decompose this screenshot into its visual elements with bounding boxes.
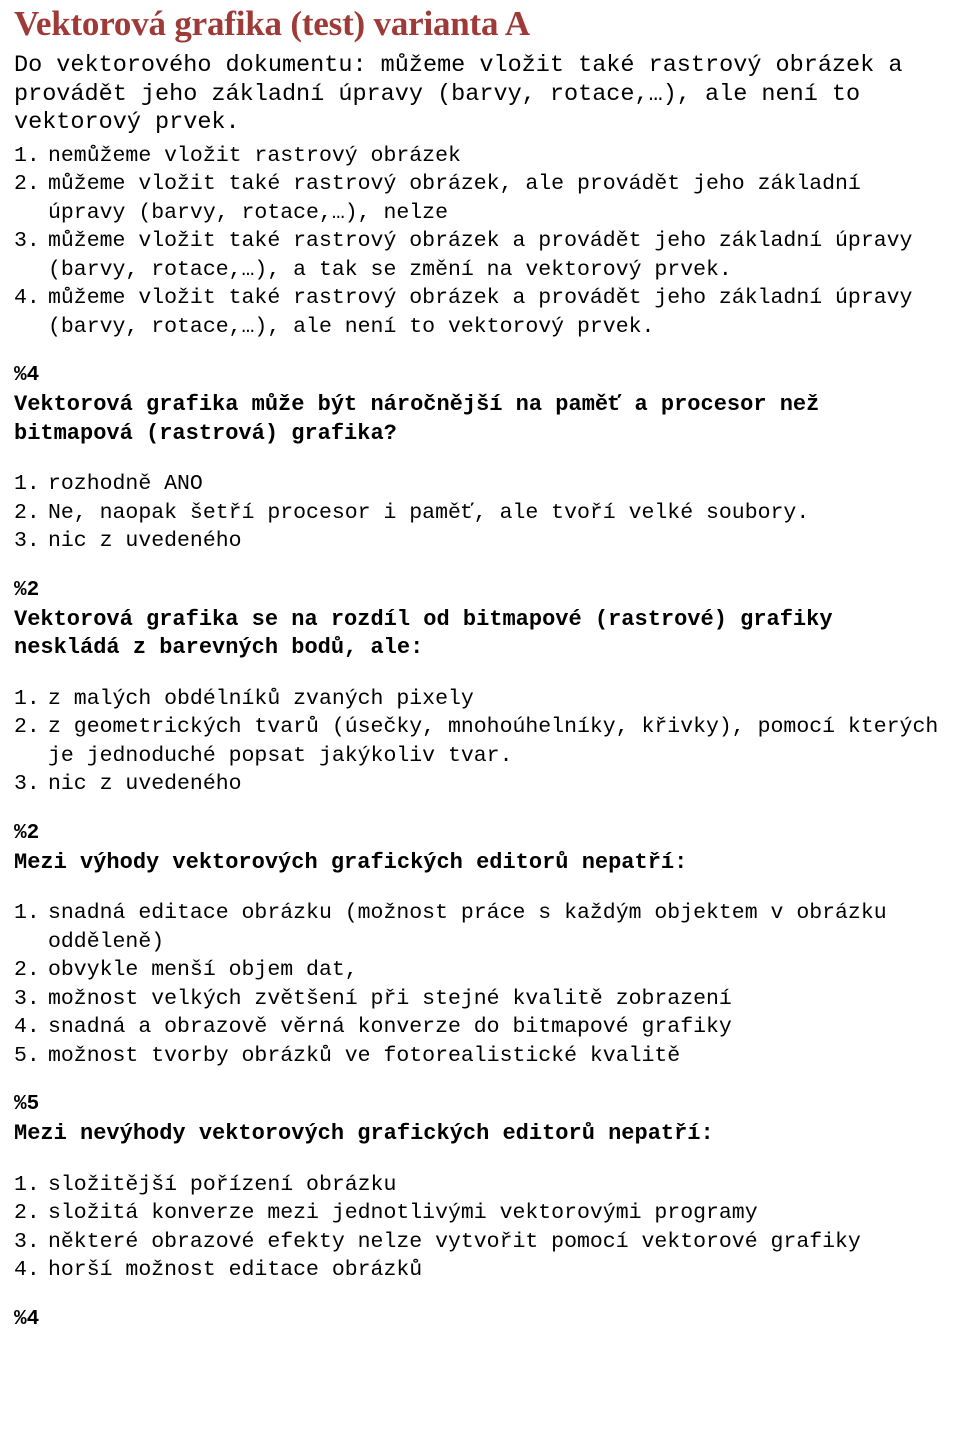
answer-label: nemůžeme vložit rastrový obrázek: [48, 143, 461, 168]
question-blocks: 1. nemůžeme vložit rastrový obrázek 2. může…: [14, 142, 950, 1285]
answer-option[interactable]: 3. můžeme vložit také rastrový obrázek a …: [14, 227, 950, 284]
intro-paragraph: Do vektorového dokumentu: můžeme vložit …: [14, 52, 917, 137]
answer-option[interactable]: 4. snadná a obrazově věrná konverze do bi…: [14, 1013, 950, 1042]
answer-label: rozhodně ANO: [48, 472, 203, 497]
answer-label: Ne, naopak šetří procesor i paměť, ale t…: [48, 500, 810, 525]
answer-number: 5.: [14, 1043, 40, 1068]
answer-number: 2.: [14, 1201, 40, 1226]
answer-option[interactable]: 3. nic z uvedeného: [14, 527, 950, 556]
answer-option[interactable]: 5. možnost tvorby obrázků ve fotorealisti…: [14, 1042, 950, 1071]
answer-number: 1.: [14, 472, 40, 497]
answer-label: obvykle menší objem dat,: [48, 958, 358, 983]
answer-list: 1. nemůžeme vložit rastrový obrázek 2. může…: [14, 142, 950, 342]
question-text: Vektorová grafika může být náročnější na…: [14, 392, 833, 446]
answer-number: 3.: [14, 1229, 40, 1254]
answer-number: 3.: [14, 529, 40, 554]
answer-label: některé obrazové efekty nelze vytvořit p…: [48, 1229, 861, 1254]
answer-option[interactable]: 1. z malých obdélníků zvaných pixely: [14, 685, 950, 714]
answer-option[interactable]: 4. můžeme vložit také rastrový obrázek a …: [14, 284, 950, 341]
answer-list: 1. složitější pořízení obrázku 2. složitá k…: [14, 1171, 950, 1285]
answer-list: 1. snadná editace obrázku (možnost práce …: [14, 899, 950, 1070]
answer-number: 4.: [14, 1015, 40, 1040]
question-block: %4 Vektorová grafika může být náročnější …: [14, 363, 950, 556]
answer-number: 3.: [14, 986, 40, 1011]
trailing-marker: %4: [14, 1307, 40, 1331]
answer-number: 2.: [14, 172, 40, 197]
answer-option[interactable]: 4. horší možnost editace obrázků: [14, 1256, 950, 1285]
answer-label: z malých obdélníků zvaných pixely: [48, 686, 474, 711]
answer-label: nic z uvedeného: [48, 529, 242, 554]
answer-label: můžeme vložit také rastrový obrázek, ale…: [48, 172, 874, 225]
page-title: Vektorová grafika (test) varianta A: [14, 4, 531, 43]
answer-number: 1.: [14, 901, 40, 926]
answer-option[interactable]: 3. možnost velkých zvětšení při stejné kv…: [14, 985, 950, 1014]
block-marker: %2: [14, 821, 40, 845]
answer-label: horší možnost editace obrázků: [48, 1258, 423, 1283]
answer-label: možnost tvorby obrázků ve fotorealistick…: [48, 1043, 681, 1068]
answer-label: složitá konverze mezi jednotlivými vekto…: [48, 1201, 758, 1226]
answer-number: 4.: [14, 1258, 40, 1283]
answer-option[interactable]: 1. snadná editace obrázku (možnost práce …: [14, 899, 950, 956]
question-text: Mezi výhody vektorových grafických edito…: [14, 849, 688, 875]
answer-number: 2.: [14, 958, 40, 983]
answer-number: 1.: [14, 1172, 40, 1197]
block-marker: %5: [14, 1093, 40, 1117]
answer-option[interactable]: 2. můžeme vložit také rastrový obrázek, a…: [14, 170, 950, 227]
answer-number: 2.: [14, 500, 40, 525]
answer-label: nic z uvedeného: [48, 772, 242, 797]
answer-option[interactable]: 2. Ne, naopak šetří procesor i paměť, ale…: [14, 499, 950, 528]
answer-label: můžeme vložit také rastrový obrázek a pr…: [48, 286, 926, 339]
answer-number: 3.: [14, 772, 40, 797]
answer-number: 4.: [14, 286, 40, 311]
answer-option[interactable]: 1. nemůžeme vložit rastrový obrázek: [14, 142, 950, 171]
answer-label: snadná editace obrázku (možnost práce s …: [48, 901, 900, 954]
answer-label: z geometrických tvarů (úsečky, mnohoúhel…: [48, 715, 952, 768]
block-marker: %2: [14, 578, 40, 602]
answer-option[interactable]: 2. složitá konverze mezi jednotlivými vek…: [14, 1199, 950, 1228]
answer-number: 2.: [14, 715, 40, 740]
question-text: Vektorová grafika se na rozdíl od bitmap…: [14, 606, 846, 661]
answer-label: snadná a obrazově věrná konverze do bitm…: [48, 1015, 732, 1040]
answer-number: 3.: [14, 229, 40, 254]
block-marker: %4: [14, 364, 40, 388]
answer-option[interactable]: 3. nic z uvedeného: [14, 770, 950, 799]
answer-option[interactable]: 2. z geometrických tvarů (úsečky, mnohoúh…: [14, 713, 950, 770]
document-page: Vektorová grafika (test) varianta A Do v…: [0, 0, 960, 1343]
question-block: %5 Mezi nevýhody vektorových grafických e…: [14, 1092, 950, 1285]
answer-option[interactable]: 1. složitější pořízení obrázku: [14, 1171, 950, 1200]
answer-label: možnost velkých zvětšení při stejné kval…: [48, 986, 732, 1011]
answer-option[interactable]: 2. obvykle menší objem dat,: [14, 956, 950, 985]
answer-number: 1.: [14, 143, 40, 168]
answer-label: složitější pořízení obrázku: [48, 1172, 397, 1197]
question-block: %2 Vektorová grafika se na rozdíl od bitm…: [14, 578, 950, 799]
answer-option[interactable]: 3. některé obrazové efekty nelze vytvořit…: [14, 1228, 950, 1257]
answer-list: 1. rozhodně ANO 2. Ne, naopak šetří proceso…: [14, 470, 950, 556]
question-block: 1. nemůžeme vložit rastrový obrázek 2. může…: [14, 142, 950, 342]
answer-option[interactable]: 1. rozhodně ANO: [14, 470, 950, 499]
answer-list: 1. z malých obdélníků zvaných pixely 2. z g…: [14, 685, 950, 799]
answer-number: 1.: [14, 686, 40, 711]
answer-label: můžeme vložit také rastrový obrázek a pr…: [48, 229, 926, 282]
question-block: %2 Mezi výhody vektorových grafických edi…: [14, 821, 950, 1071]
question-text: Mezi nevýhody vektorových grafických edi…: [14, 1121, 714, 1147]
